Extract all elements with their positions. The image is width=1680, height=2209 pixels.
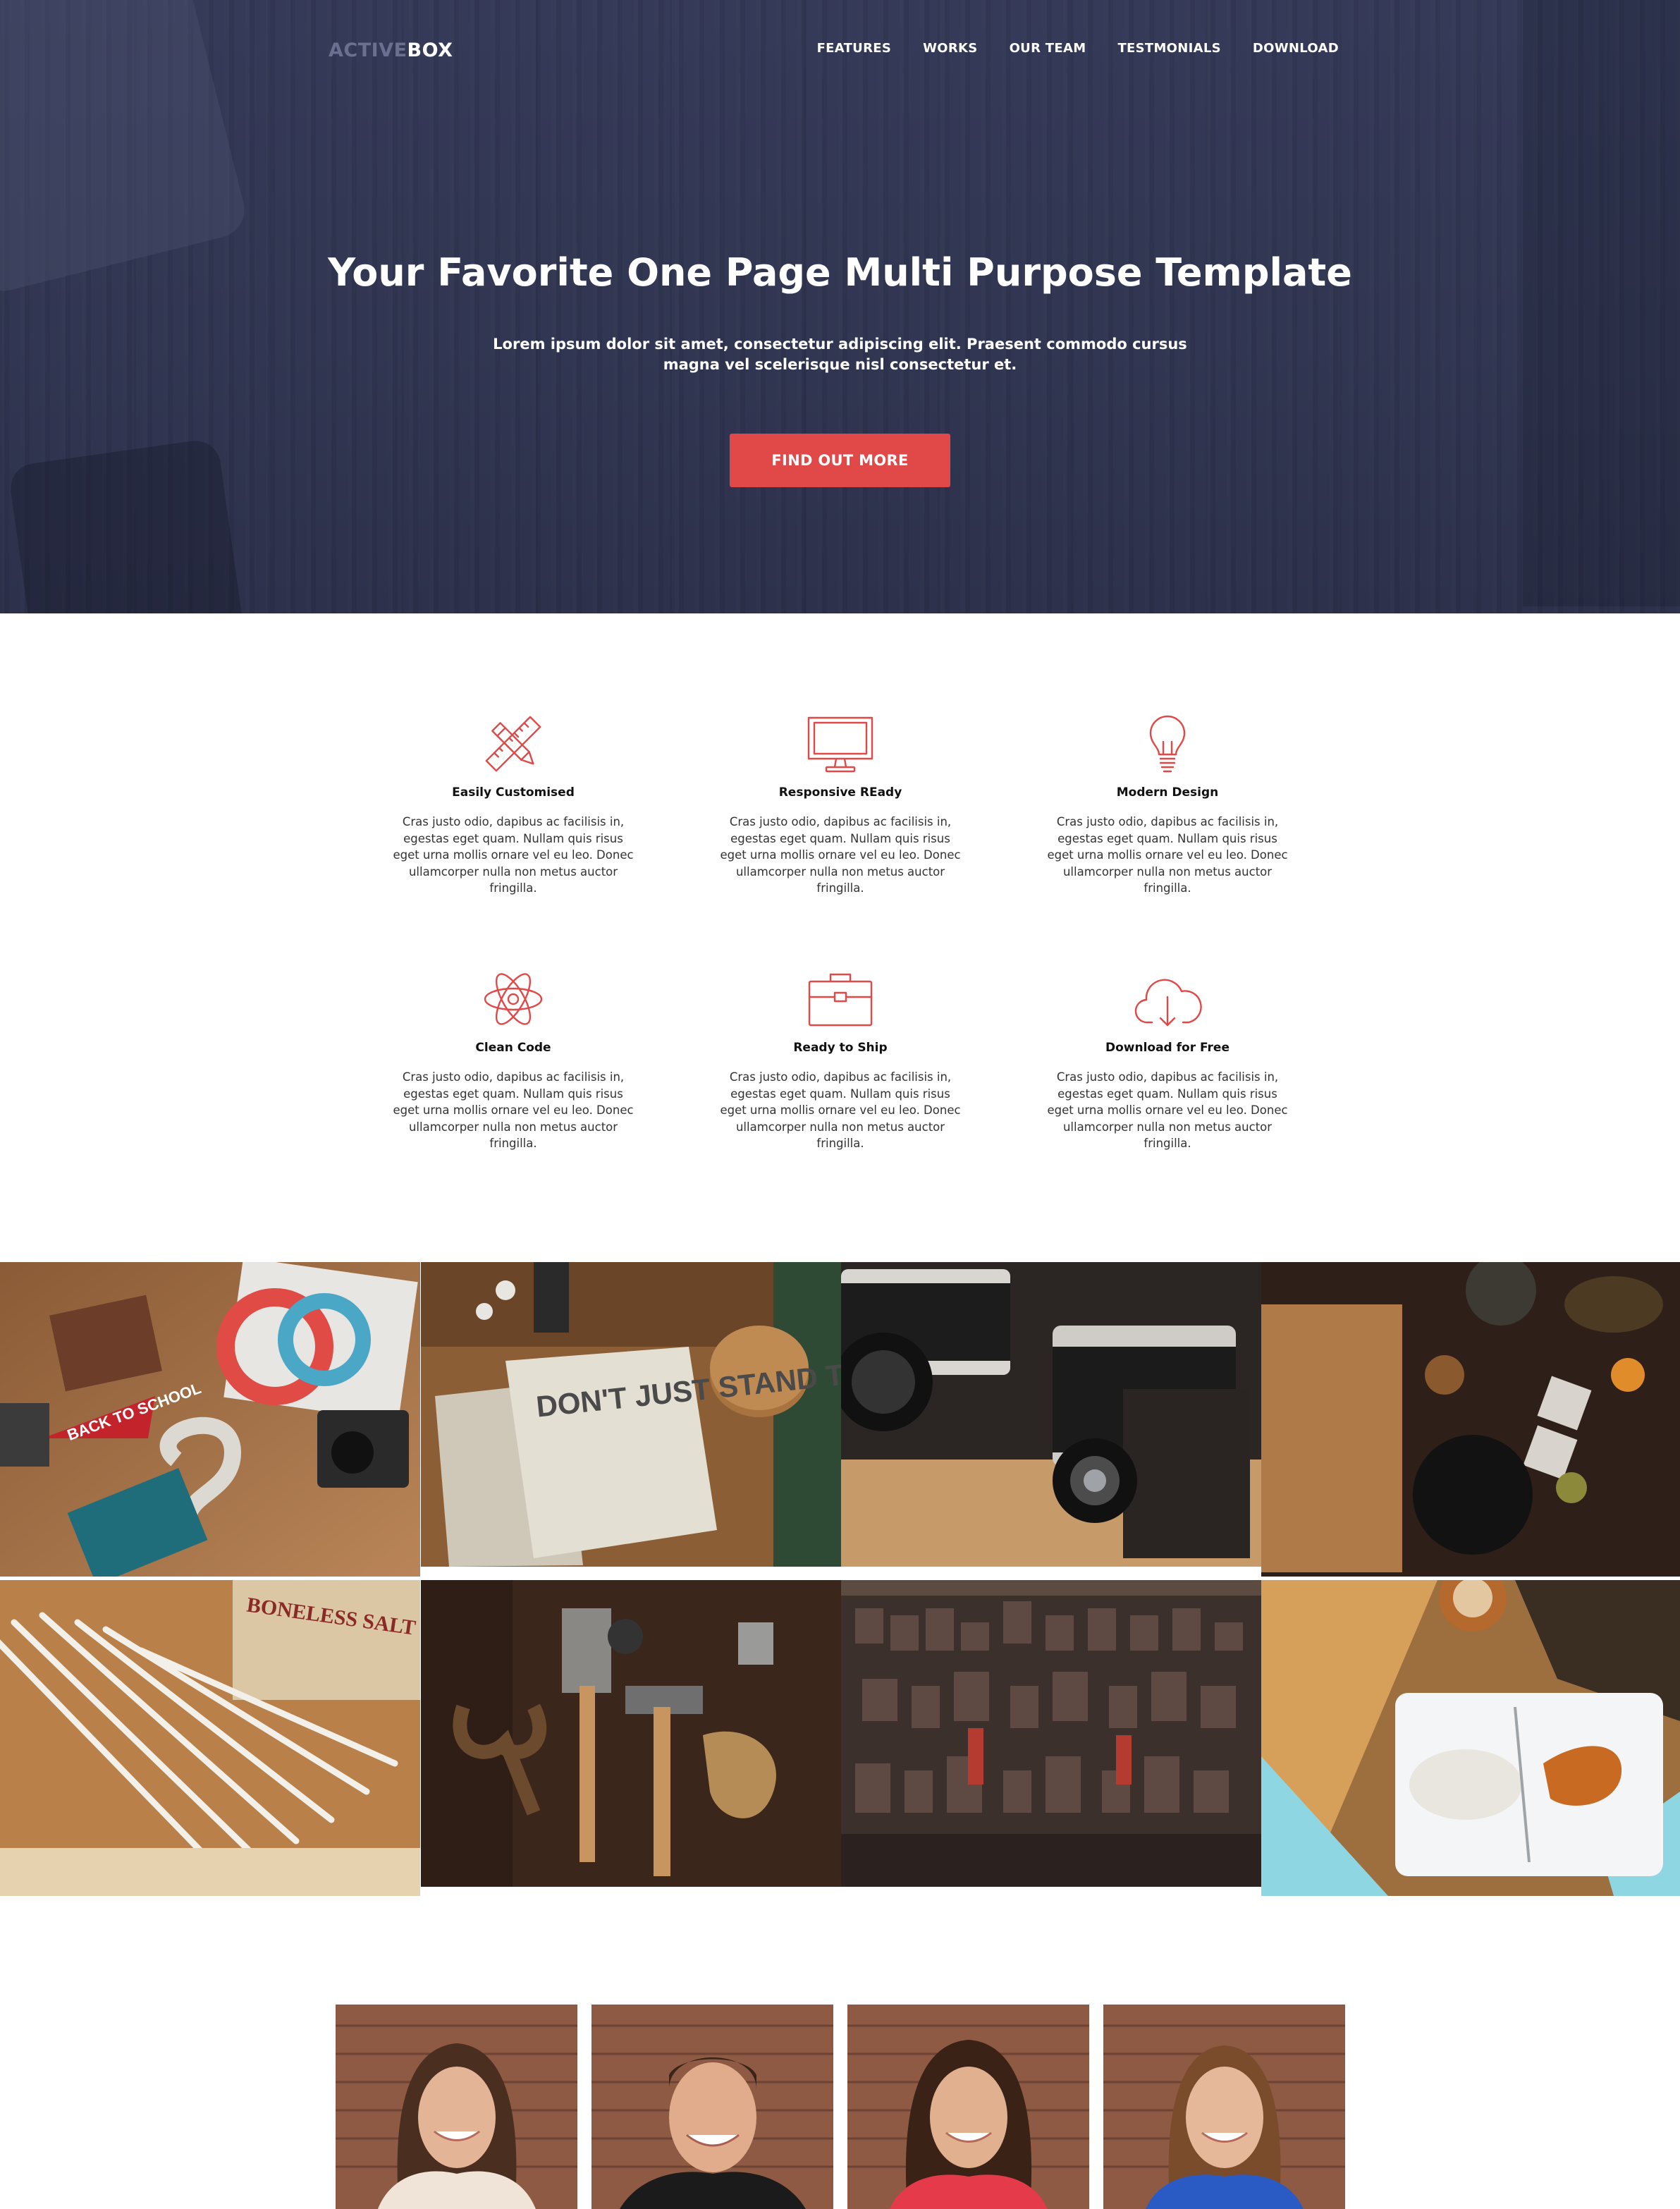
site-logo[interactable]: ACTIVEBOX [329,39,453,61]
team-member-photo[interactable] [847,2005,1089,2209]
gallery-item[interactable] [1261,1262,1680,1577]
monitor-icon [807,716,873,773]
nav-item-our-team[interactable]: OUR TEAM [1010,41,1086,56]
gallery-item[interactable] [421,1580,841,1887]
hero-subtitle: Lorem ipsum dolor sit amet, consectetur … [493,336,1187,373]
gallery-item[interactable] [1261,1580,1680,1896]
hero-bg-phone [7,437,247,613]
feature-card: Download for Free Cras justo odio, dapib… [1034,969,1301,1152]
gallery-item[interactable]: BACK TO SCHOOL [0,1262,420,1577]
hero-title: Your Favorite One Page Multi Purpose Tem… [328,250,1352,295]
gallery-item[interactable]: DON'T JUST STAND THERE [421,1262,841,1567]
team-member-3-avatar [847,2005,1089,2209]
nav-item-testimonials[interactable]: TESTMONIALS [1117,41,1220,56]
feature-title: Responsive REady [778,785,902,800]
gallery-item[interactable] [841,1580,1261,1887]
nav-item-works[interactable]: WORKS [923,41,977,56]
team-member-photo[interactable] [336,2005,577,2209]
feature-description: Cras justo odio, dapibus ac facilisis in… [1047,1070,1288,1150]
feature-title: Download for Free [1105,1041,1230,1055]
lightbulb-icon [1149,715,1186,773]
feature-card: Ready to Ship Cras justo odio, dapibus a… [706,969,974,1152]
team-member-4-avatar [1103,2005,1345,2209]
hero-section: ACTIVEBOX FEATURES WORKS OUR TEAM TESTMO… [0,0,1680,613]
feature-title: Ready to Ship [793,1041,888,1055]
team-member-photo[interactable] [591,2005,833,2209]
feature-title: Easily Customised [452,785,575,800]
nav-item-features[interactable]: FEATURES [817,41,892,56]
gallery-photo-cameras [841,1262,1261,1567]
hero-bg-shadow [1523,0,1680,606]
atom-icon [484,973,543,1025]
gallery-photo-pencils: BONELESS SALT CODFISH [0,1580,420,1896]
gallery-item[interactable] [841,1262,1261,1567]
gallery-item[interactable]: BONELESS SALT CODFISH [0,1580,420,1896]
gallery-photo-kitchen [1261,1262,1680,1577]
pencil-ruler-icon [485,716,541,772]
feature-description: Cras justo odio, dapibus ac facilisis in… [393,815,634,895]
team-member-1-avatar [336,2005,577,2209]
gallery-photo-letterpress [841,1580,1261,1887]
team-member-2-avatar [591,2005,833,2209]
feature-description: Cras justo odio, dapibus ac facilisis in… [720,1070,961,1150]
nav-item-download[interactable]: DOWNLOAD [1253,41,1339,56]
find-out-more-button[interactable]: FIND OUT MORE [730,434,950,487]
feature-description: Cras justo odio, dapibus ac facilisis in… [720,815,961,895]
gallery-photo-tools [421,1580,841,1887]
logo-light-text: ACTIVE [329,39,407,61]
feature-card: Modern Design Cras justo odio, dapibus a… [1034,714,1301,897]
feature-card: Responsive REady Cras justo odio, dapibu… [706,714,974,897]
gallery-photo-notebook: DON'T JUST STAND THERE [421,1262,841,1567]
gallery-photo-desk-flatlay: BACK TO SCHOOL [0,1262,420,1577]
feature-description: Cras justo odio, dapibus ac facilisis in… [393,1070,634,1150]
team-member-photo[interactable] [1103,2005,1345,2209]
gallery-photo-plate [1261,1580,1680,1896]
cloud-download-icon [1134,979,1202,1027]
feature-card: Clean Code Cras justo odio, dapibus ac f… [379,969,647,1152]
feature-title: Clean Code [475,1041,551,1055]
briefcase-icon [808,973,873,1027]
logo-bold-text: BOX [407,39,453,61]
main-nav: FEATURES WORKS OUR TEAM TESTMONIALS DOWN… [817,41,1339,56]
feature-card: Easily Customised Cras justo odio, dapib… [379,714,647,897]
feature-description: Cras justo odio, dapibus ac facilisis in… [1047,815,1288,895]
feature-title: Modern Design [1116,785,1219,800]
